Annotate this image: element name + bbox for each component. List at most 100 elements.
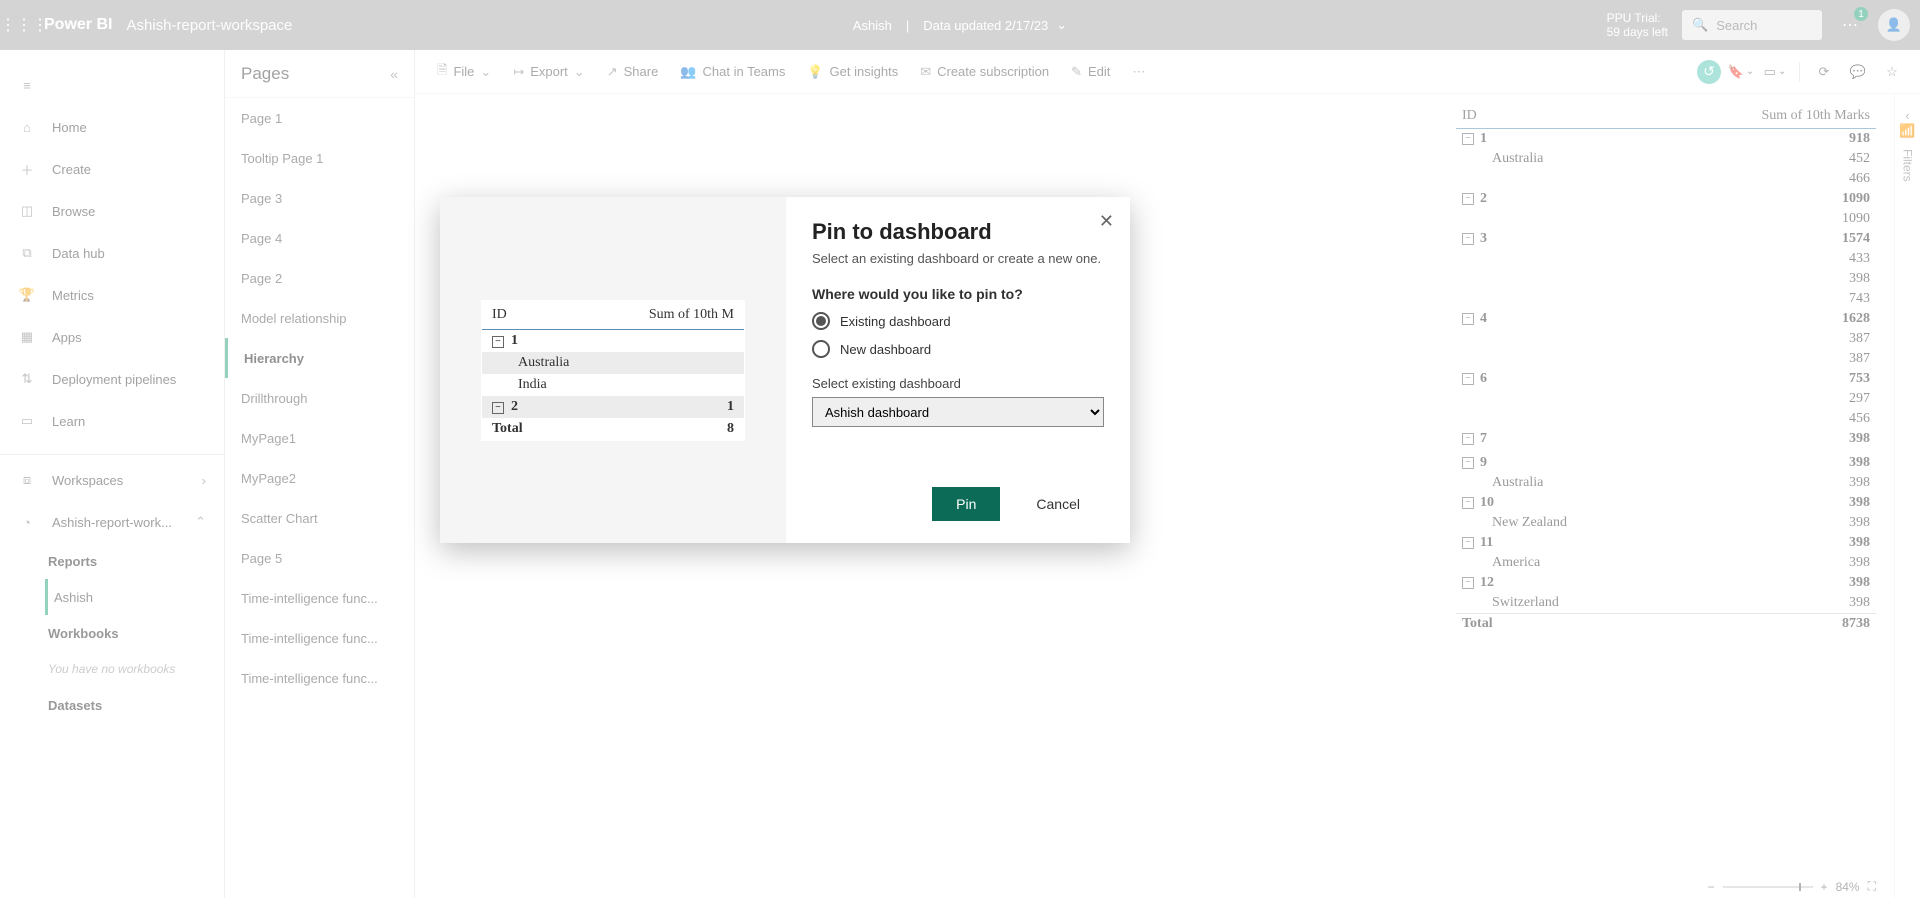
collapse-icon[interactable]: − (1462, 457, 1474, 469)
nav-metrics[interactable]: 🏆Metrics (0, 274, 224, 316)
insights-button[interactable]: 💡Get insights (799, 60, 906, 84)
view-button[interactable]: ▭⌄ (1761, 58, 1789, 86)
cancel-button[interactable]: Cancel (1012, 487, 1104, 521)
more-button[interactable]: ⋯ (1124, 60, 1153, 84)
table-row: −41628 (1456, 309, 1876, 329)
dashboard-select[interactable]: Ashish dashboard (812, 397, 1104, 427)
collapse-icon[interactable]: − (1462, 133, 1474, 145)
search-box[interactable]: 🔍 (1682, 10, 1822, 40)
nav-create[interactable]: ＋Create (0, 148, 224, 190)
chat-teams-button[interactable]: 👥Chat in Teams (672, 60, 793, 84)
page-item[interactable]: Hierarchy (225, 338, 414, 378)
collapse-icon[interactable]: − (1462, 577, 1474, 589)
pages-header: Pages (241, 64, 289, 84)
filters-label: Filters (1901, 149, 1915, 182)
matrix-visual[interactable]: ID Sum of 10th Marks −1918Australia45246… (1456, 104, 1876, 634)
collapse-icon[interactable]: − (1462, 373, 1474, 385)
table-row: 456 (1456, 409, 1876, 429)
collapse-icon[interactable]: − (1462, 313, 1474, 325)
page-item[interactable]: Page 2 (225, 258, 414, 298)
radio-icon (812, 340, 830, 358)
nav-report-item[interactable]: Ashish (45, 579, 224, 615)
export-button[interactable]: ↦Export⌄ (505, 60, 592, 84)
waffle-icon[interactable]: ⋮⋮⋮ (10, 11, 38, 39)
center-updated[interactable]: Data updated 2/17/23 (923, 18, 1048, 33)
radio-existing[interactable]: Existing dashboard (812, 312, 1104, 330)
page-item[interactable]: Model relationship (225, 298, 414, 338)
nav-pipelines[interactable]: ⇅Deployment pipelines (0, 358, 224, 400)
nav-workspaces[interactable]: ⧈Workspaces› (0, 459, 224, 501)
edit-button[interactable]: ✎Edit (1063, 60, 1118, 84)
nav-apps[interactable]: ▦Apps (0, 316, 224, 358)
collapse-icon[interactable]: − (1462, 497, 1474, 509)
table-row: −9398 (1456, 453, 1876, 473)
pencil-icon: ✎ (1071, 64, 1082, 80)
topbar: ⋮⋮⋮ Power BI Ashish-report-workspace Ash… (0, 0, 1920, 50)
brand: Power BI (44, 16, 112, 34)
share-button[interactable]: ↗Share (599, 60, 667, 84)
nav-datahub[interactable]: ⧉Data hub (0, 232, 224, 274)
zoom-slider[interactable] (1723, 886, 1813, 888)
search-input[interactable] (1714, 17, 1804, 34)
collapse-icon[interactable]: − (1462, 537, 1474, 549)
chevron-down-icon[interactable]: ⌄ (1056, 17, 1067, 33)
favorite-button[interactable]: ☆ (1878, 58, 1906, 86)
radio-new[interactable]: New dashboard (812, 340, 1104, 358)
refresh-button[interactable]: ⟳ (1810, 58, 1838, 86)
page-item[interactable]: Page 1 (225, 98, 414, 138)
filters-pane-collapsed[interactable]: ‹ 📶 Filters (1894, 94, 1920, 898)
subscription-button[interactable]: ✉Create subscription (912, 60, 1057, 84)
page-item[interactable]: Scatter Chart (225, 498, 414, 538)
plus-icon: ＋ (18, 160, 36, 179)
zoom-control[interactable]: − + 84% ⛶ (1708, 879, 1876, 894)
tile-preview-pane: IDSum of 10th M − 1 Australia India − 21… (440, 197, 786, 543)
avatar[interactable]: 👤 (1878, 9, 1910, 41)
table-row: −21090 (1456, 189, 1876, 209)
page-item[interactable]: Page 3 (225, 178, 414, 218)
page-item[interactable]: MyPage1 (225, 418, 414, 458)
pages-panel: Pages « Page 1Tooltip Page 1Page 3Page 4… (225, 50, 415, 898)
page-item[interactable]: Page 5 (225, 538, 414, 578)
table-row: Switzerland398 (1456, 593, 1876, 613)
zoom-out-icon[interactable]: − (1708, 880, 1715, 894)
nav-current-workspace[interactable]: ◔Ashish-report-work...⌃ (0, 501, 224, 543)
collapse-icon[interactable]: − (1462, 193, 1474, 205)
file-button[interactable]: 🗎File⌄ (429, 57, 499, 87)
table-row: 1090 (1456, 209, 1876, 229)
page-item[interactable]: Time-intelligence func... (225, 578, 414, 618)
page-item[interactable]: Tooltip Page 1 (225, 138, 414, 178)
chevron-right-icon: › (202, 473, 206, 488)
close-button[interactable]: ✕ (1099, 211, 1114, 232)
chevron-down-icon: ⌄ (1778, 66, 1786, 77)
nav-browse[interactable]: ◫Browse (0, 190, 224, 232)
table-row: America398 (1456, 553, 1876, 573)
mail-icon: ✉ (920, 64, 931, 80)
nav-hamburger[interactable]: ≡ (0, 64, 224, 106)
bookmark-button[interactable]: 🔖⌄ (1727, 58, 1755, 86)
nav-learn[interactable]: ▭Learn (0, 400, 224, 442)
apps-icon: ▦ (18, 329, 36, 345)
zoom-in-icon[interactable]: + (1821, 880, 1828, 894)
table-row: −12398 (1456, 573, 1876, 593)
workspace-name[interactable]: Ashish-report-workspace (126, 17, 292, 34)
page-item[interactable]: Time-intelligence func... (225, 658, 414, 698)
teams-icon: 👥 (680, 64, 696, 80)
pin-button[interactable]: Pin (932, 487, 1000, 521)
collapse-pages-icon[interactable]: « (390, 66, 398, 82)
page-item[interactable]: Page 4 (225, 218, 414, 258)
more-icon[interactable]: ⋯ 1 (1836, 11, 1864, 39)
learn-icon: ▭ (18, 413, 36, 429)
nav-home[interactable]: ⌂Home (0, 106, 224, 148)
reset-button[interactable]: ↺ (1697, 60, 1721, 84)
fit-icon[interactable]: ⛶ (1868, 879, 1876, 894)
table-row: 398 (1456, 269, 1876, 289)
comment-button[interactable]: 💬 (1844, 58, 1872, 86)
page-item[interactable]: Drillthrough (225, 378, 414, 418)
table-row: Australia398 (1456, 473, 1876, 493)
collapse-icon[interactable]: − (1462, 233, 1474, 245)
center-user: Ashish (853, 18, 892, 33)
page-item[interactable]: MyPage2 (225, 458, 414, 498)
browse-icon: ◫ (18, 203, 36, 219)
collapse-icon[interactable]: − (1462, 433, 1474, 445)
page-item[interactable]: Time-intelligence func... (225, 618, 414, 658)
